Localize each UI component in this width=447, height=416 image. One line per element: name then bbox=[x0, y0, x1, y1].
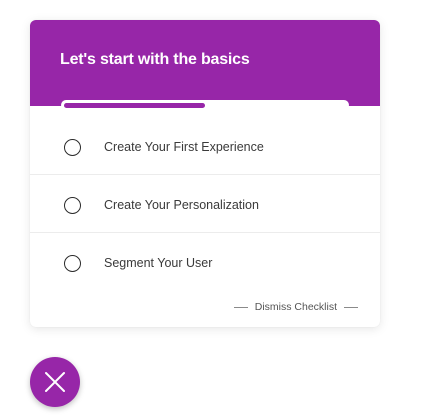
checklist-header: Let's start with the basics bbox=[30, 20, 380, 106]
checklist-item-segment-user[interactable]: Segment Your User bbox=[30, 233, 380, 291]
checklist-title: Let's start with the basics bbox=[60, 51, 250, 68]
progress-bar-fill bbox=[64, 103, 205, 108]
checklist-item-label: Create Your Personalization bbox=[104, 198, 259, 212]
close-icon bbox=[45, 372, 65, 392]
checklist-panel: Let's start with the basics Create Your … bbox=[30, 20, 380, 327]
divider-line bbox=[344, 306, 358, 308]
divider-line bbox=[233, 306, 248, 308]
dismiss-checklist-link[interactable]: Dismiss Checklist bbox=[30, 299, 380, 315]
radio-unchecked-icon[interactable] bbox=[64, 197, 81, 214]
checklist-items: Create Your First Experience Create Your… bbox=[30, 117, 380, 291]
checklist-item-label: Create Your First Experience bbox=[104, 140, 264, 154]
radio-unchecked-icon[interactable] bbox=[64, 255, 81, 272]
progress-bar bbox=[61, 100, 349, 110]
checklist-item-create-personalization[interactable]: Create Your Personalization bbox=[30, 175, 380, 233]
dismiss-checklist-label: Dismiss Checklist bbox=[254, 301, 337, 313]
checklist-item-label: Segment Your User bbox=[104, 256, 213, 270]
checklist-item-create-first-experience[interactable]: Create Your First Experience bbox=[30, 117, 380, 175]
radio-unchecked-icon[interactable] bbox=[64, 139, 81, 156]
close-checklist-button[interactable] bbox=[30, 357, 80, 407]
